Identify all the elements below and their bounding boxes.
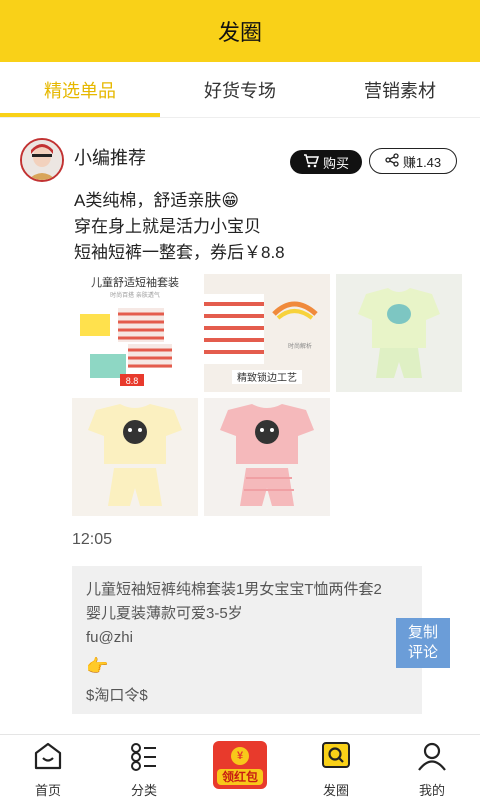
description-line: A类纯棉，舒适亲肤😁	[74, 191, 240, 210]
post-description: A类纯棉，舒适亲肤😁 穿在身上就是活力小宝贝 短袖短裤一整套，券后￥8.8	[74, 188, 285, 266]
image-title: 儿童舒适短袖套装	[91, 275, 179, 289]
tab-bar: 精选单品 好货专场 营销素材	[0, 62, 480, 118]
product-image[interactable]: 时尚解析 精致锁边工艺	[204, 274, 330, 392]
image-caption: 精致锁边工艺	[237, 371, 297, 384]
moments-icon	[320, 741, 352, 774]
nav-moments-label: 发圈	[322, 783, 349, 798]
product-image[interactable]	[336, 274, 462, 392]
image-subtitle: 时尚百搭 亲肤透气	[110, 291, 160, 299]
copy-text-line: 婴儿夏装薄款可爱3-5岁	[86, 605, 243, 622]
image-subtitle: 时尚解析	[288, 342, 312, 350]
copy-comment-button[interactable]: 复制 评论	[396, 618, 450, 668]
home-icon	[32, 741, 64, 774]
copy-text-line: fu@zhi	[86, 629, 133, 646]
buy-label: 购买	[322, 155, 349, 171]
post-time: 12:05	[72, 531, 113, 548]
nav-category-label: 分类	[130, 783, 157, 798]
nav-category[interactable]: 分类	[96, 735, 192, 800]
tab-marketing-materials[interactable]: 营销素材	[320, 62, 480, 117]
nav-moments[interactable]: 发圈	[288, 735, 384, 800]
post-card: 小编推荐 购买 赚1.43 A类纯棉，舒适亲肤😁 穿在身上就是活力小宝贝 短袖短…	[0, 118, 480, 730]
bottom-navigation: 首页 分类 ¥ 领红包 发圈 我的	[0, 734, 480, 800]
coin-icon: ¥	[231, 747, 249, 765]
product-image[interactable]: 儿童舒适短袖套装 时尚百搭 亲肤透气 8.8	[72, 274, 198, 392]
tab-good-deals[interactable]: 好货专场	[160, 62, 320, 117]
nav-home[interactable]: 首页	[0, 735, 96, 800]
avatar[interactable]	[20, 138, 64, 182]
product-image[interactable]	[204, 398, 330, 516]
taobao-code: $淘口令$	[86, 687, 148, 704]
image-price: 8.8	[126, 376, 139, 386]
copy-button-line: 复制	[407, 624, 438, 641]
red-packet-label: 领红包	[217, 769, 263, 785]
description-line: 短袖短裤一整套，券后￥8.8	[74, 243, 285, 262]
copy-button-line: 评论	[407, 644, 438, 661]
page-title: 发圈	[217, 20, 262, 45]
copy-text-line: 儿童短袖短裤纯棉套装1男女宝宝T恤两件套2	[86, 581, 382, 598]
app-header: 发圈	[0, 0, 480, 62]
nav-mine-label: 我的	[418, 783, 445, 798]
share-icon	[385, 152, 399, 170]
nav-red-packet[interactable]: ¥ 领红包	[192, 735, 288, 800]
description-line: 穿在身上就是活力小宝贝	[74, 217, 261, 236]
tab-selected-items[interactable]: 精选单品	[0, 62, 160, 117]
product-image[interactable]	[72, 398, 198, 516]
user-icon	[416, 741, 448, 774]
red-packet-icon: ¥ 领红包	[213, 741, 267, 789]
copy-text-box: 儿童短袖短裤纯棉套装1男女宝宝T恤两件套2 婴儿夏装薄款可爱3-5岁 fu@zh…	[72, 566, 422, 714]
category-icon	[128, 741, 160, 774]
author-name: 小编推荐	[74, 148, 146, 168]
buy-button[interactable]: 购买	[290, 150, 362, 174]
cart-icon	[303, 153, 320, 171]
share-earn-button[interactable]: 赚1.43	[369, 148, 457, 174]
share-label: 赚1.43	[402, 154, 442, 170]
pointing-hand-icon: 👉	[86, 656, 109, 676]
nav-mine[interactable]: 我的	[384, 735, 480, 800]
nav-home-label: 首页	[34, 783, 61, 798]
